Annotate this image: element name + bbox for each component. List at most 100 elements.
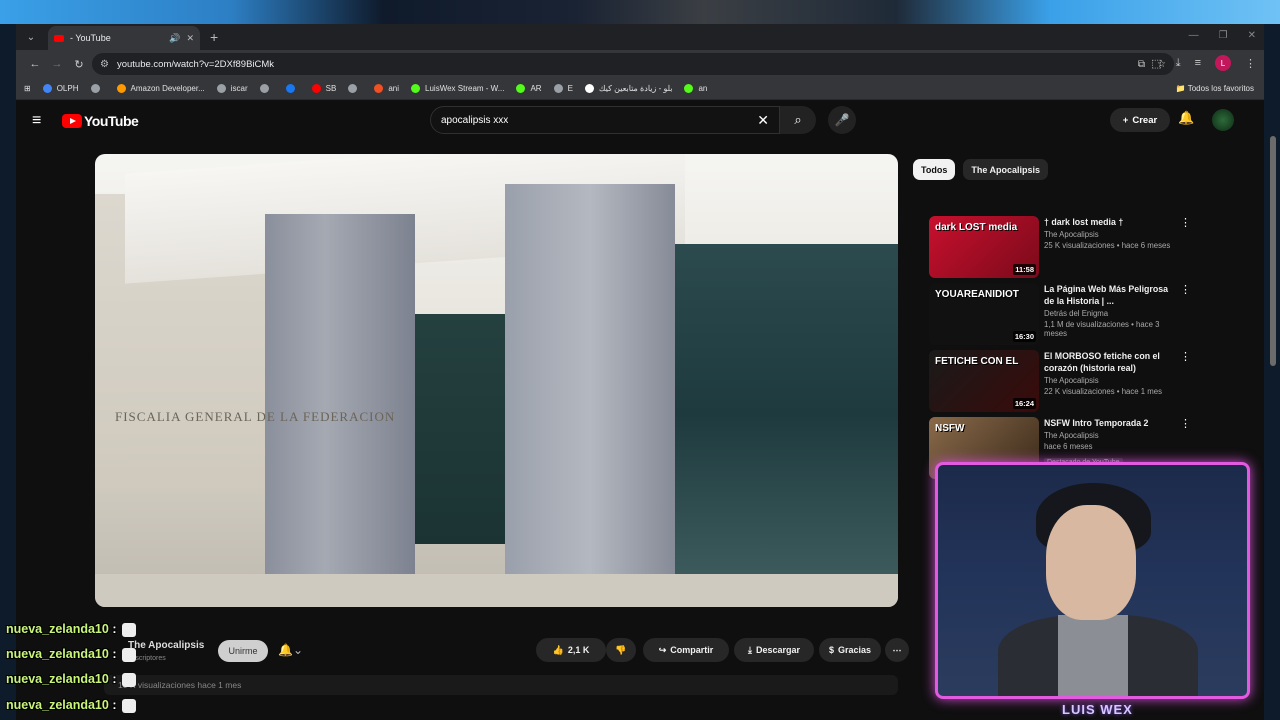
recommendation-thumbnail[interactable]: FETICHE CON EL 16:24: [929, 350, 1039, 412]
extensions-icon[interactable]: ⬚: [1151, 57, 1161, 70]
youtube-wordmark: YouTube: [84, 113, 139, 129]
profile-avatar[interactable]: L: [1215, 55, 1231, 71]
recommendation-meta: † dark lost media † The Apocalipsis 25 K v…: [1044, 216, 1179, 250]
bookmark-item[interactable]: OLPH: [42, 84, 79, 93]
restore-icon[interactable]: ❐: [1219, 30, 1228, 41]
join-button[interactable]: Unirme: [218, 640, 268, 662]
close-window-icon[interactable]: ✕: [1248, 30, 1256, 41]
search-input[interactable]: apocalipsis xxx ✕: [430, 106, 780, 134]
tab-search-chevron-icon[interactable]: ⌄: [20, 26, 42, 48]
apps-grid-icon[interactable]: ⊞: [24, 84, 31, 93]
bookmark-item[interactable]: Amazon Developer...: [116, 84, 205, 93]
bookmark-favicon-icon: [348, 84, 358, 93]
recommendation-stats: 25 K visualizaciones • hace 6 meses: [1044, 241, 1171, 250]
chat-message: nueva_zelanda10 :: [6, 622, 137, 637]
create-button[interactable]: + Crear: [1110, 108, 1170, 132]
download-arrow-icon: ⤓: [747, 644, 752, 655]
bookmark-favicon-icon: [259, 84, 269, 93]
minimize-icon[interactable]: —: [1189, 30, 1199, 41]
install-app-icon[interactable]: ⧉: [1138, 59, 1145, 70]
notifications-bell-icon[interactable]: 🔔: [1178, 110, 1194, 126]
share-icon: ↪: [658, 644, 667, 655]
bookmark-item[interactable]: بلو - زيادة متابعين كيك: [584, 84, 672, 93]
reload-icon[interactable]: ↻: [68, 58, 90, 71]
page-scrollbar[interactable]: [1270, 136, 1276, 366]
bookmark-item[interactable]: SB: [311, 84, 336, 93]
tab-youtube[interactable]: - YouTube 🔊 ✕: [48, 26, 200, 50]
clear-search-icon[interactable]: ✕: [757, 112, 769, 129]
video-player[interactable]: FISCALIA GENERAL DE LA FEDERACION: [95, 154, 898, 607]
forward-arrow-icon[interactable]: →: [46, 58, 68, 70]
bookmark-item[interactable]: [285, 84, 300, 93]
recommendation-channel[interactable]: Detrás del Enigma: [1044, 309, 1179, 318]
recommendation-title[interactable]: La Página Web Más Peligrosa de la Histor…: [1044, 283, 1179, 307]
bookmark-item[interactable]: [348, 84, 362, 93]
share-label: Compartir: [670, 645, 714, 655]
recommendation-channel[interactable]: The Apocalipsis: [1044, 431, 1179, 440]
bookmark-favicon-icon: [684, 84, 694, 93]
recommendation-thumbnail[interactable]: YOUAREANIDIOT 16:30: [929, 283, 1039, 345]
chat-separator: :: [108, 672, 117, 686]
youtube-logo[interactable]: YouTube: [62, 113, 139, 129]
recommendation-title[interactable]: † dark lost media †: [1044, 216, 1179, 228]
browser-menu-icon[interactable]: ⋮: [1245, 57, 1256, 70]
subscription-bell-icon[interactable]: 🔔⌄: [278, 643, 303, 657]
bookmark-item[interactable]: [259, 84, 274, 93]
bookmark-item[interactable]: an: [684, 84, 707, 93]
tab-title: - YouTube: [70, 33, 111, 43]
chat-emote-icon: [122, 647, 137, 662]
all-bookmarks-button[interactable]: 📁 Todos los favoritos: [1176, 84, 1254, 93]
download-icon[interactable]: ⤓: [1176, 57, 1181, 70]
recommendation-card[interactable]: YOUAREANIDIOT 16:30 La Página Web Más Peli…: [929, 283, 1191, 345]
site-info-icon[interactable]: ⚙: [100, 59, 109, 70]
chip-todos[interactable]: Todos: [913, 159, 956, 180]
search-icon[interactable]: ⌕: [780, 106, 816, 134]
thumbs-up-icon: 👍: [552, 644, 564, 655]
window-controls: — ❐ ✕: [1189, 30, 1256, 41]
download-button[interactable]: ⤓ Descargar: [734, 638, 814, 662]
recommendation-thumbnail[interactable]: dark LOST media 11:58: [929, 216, 1039, 278]
thanks-label: Gracias: [837, 645, 872, 655]
close-tab-icon[interactable]: ✕: [186, 33, 194, 44]
webcam-face: [1046, 505, 1136, 620]
more-options-icon[interactable]: ⋮: [1180, 417, 1191, 430]
recommendation-channel[interactable]: The Apocalipsis: [1044, 376, 1179, 385]
bookmark-item[interactable]: E: [553, 84, 573, 93]
bookmark-item[interactable]: iscar: [216, 84, 248, 93]
chip-channel[interactable]: The Apocalipsis: [963, 159, 1049, 180]
reading-list-icon[interactable]: ≡: [1195, 57, 1201, 69]
account-avatar[interactable]: [1212, 109, 1234, 131]
address-bar[interactable]: ⚙ youtube.com/watch?v=2DXf89BiCMk ⧉ ☆: [92, 53, 1174, 75]
recommendation-card[interactable]: dark LOST media 11:58 † dark lost media † T…: [929, 216, 1191, 278]
video-glass-facade: [675, 244, 898, 584]
video-pillar-left: [265, 214, 415, 584]
webcam-shirt: [1058, 615, 1128, 696]
more-options-icon[interactable]: ⋮: [1180, 283, 1191, 296]
more-options-icon[interactable]: ⋮: [1180, 216, 1191, 229]
recommendation-card[interactable]: FETICHE CON EL 16:24 El MORBOSO fetiche co…: [929, 350, 1191, 412]
share-button[interactable]: ↪ Compartir: [643, 638, 729, 662]
create-label: Crear: [1132, 114, 1158, 126]
chat-message: nueva_zelanda10 :: [6, 647, 137, 662]
bookmark-item[interactable]: AR: [516, 84, 542, 93]
like-button[interactable]: 👍 2,1 K: [536, 638, 606, 662]
recommendation-channel[interactable]: The Apocalipsis: [1044, 230, 1179, 239]
more-actions-button[interactable]: ⋯: [885, 638, 909, 662]
more-options-icon[interactable]: ⋮: [1180, 350, 1191, 363]
dislike-button[interactable]: 👎: [606, 638, 636, 662]
download-label: Descargar: [755, 645, 800, 655]
microphone-icon[interactable]: 🎤: [828, 106, 856, 134]
bookmark-item[interactable]: LuisWex Stream - W...: [411, 84, 504, 93]
bookmark-item[interactable]: [90, 84, 105, 93]
speaker-icon[interactable]: 🔊: [169, 33, 180, 44]
back-arrow-icon[interactable]: ←: [24, 58, 46, 70]
thanks-button[interactable]: $ Gracias: [819, 638, 881, 662]
bookmark-item[interactable]: ani: [374, 84, 399, 93]
video-description-box[interactable]: 10 K visualizaciones hace 1 mes: [104, 675, 898, 695]
recommendation-title[interactable]: El MORBOSO fetiche con el corazón (histo…: [1044, 350, 1179, 374]
recommendation-title[interactable]: NSFW Intro Temporada 2: [1044, 417, 1179, 429]
chat-emote-icon: [122, 622, 137, 637]
new-tab-button[interactable]: +: [210, 29, 218, 45]
channel-name[interactable]: The Apocalipsis: [128, 640, 204, 651]
hamburger-menu-icon[interactable]: ≡: [32, 112, 41, 130]
